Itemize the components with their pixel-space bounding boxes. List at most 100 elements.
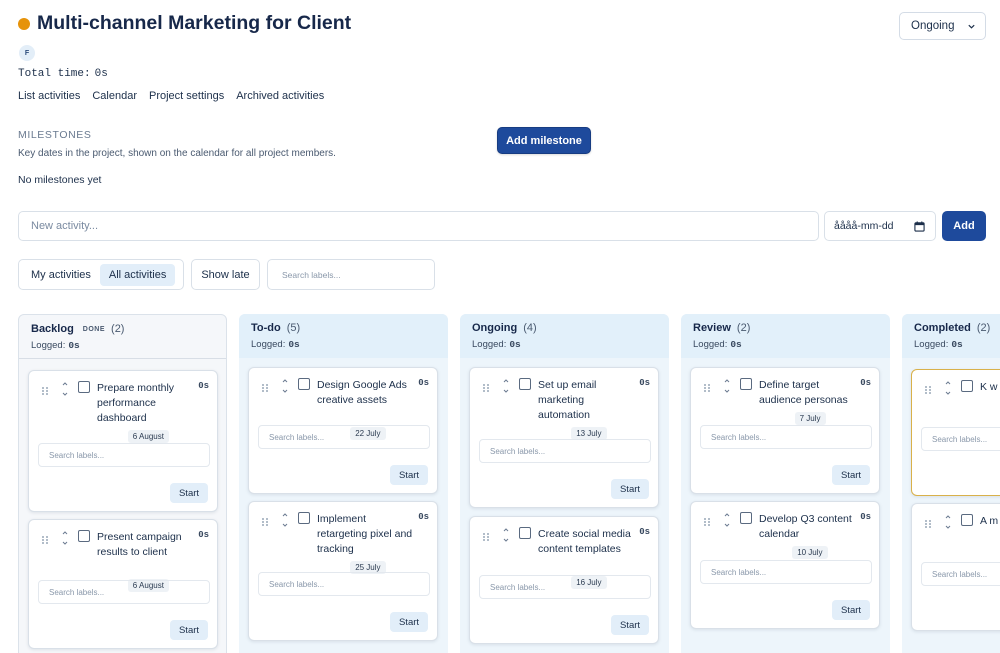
activity-title[interactable]: Prepare monthly performance dashboard	[97, 381, 197, 426]
card-label-search[interactable]: Search labels...	[479, 575, 651, 599]
column-header: Completed (2) Logged: 0s	[902, 314, 1000, 358]
nav-project-settings[interactable]: Project settings	[149, 90, 224, 102]
activity-checkbox[interactable]	[961, 514, 973, 526]
activity-card[interactable]: Set up email marketing automation 0s 13 Ju…	[469, 367, 659, 508]
calendar-icon[interactable]	[914, 221, 925, 232]
status-select-value: Ongoing	[911, 20, 955, 32]
activity-checkbox[interactable]	[78, 530, 90, 542]
card-label-search[interactable]: Search labels...	[921, 427, 1000, 451]
column-count: (2)	[736, 322, 751, 334]
activity-card[interactable]: Present campaign results to client 0s 6 Au…	[28, 519, 218, 649]
nav-archived-activities[interactable]: Archived activities	[236, 90, 324, 102]
activity-checkbox[interactable]	[519, 378, 531, 390]
show-late-button[interactable]: Show late	[191, 259, 260, 290]
start-timer-button[interactable]: Start	[832, 600, 870, 620]
drag-handle-icon[interactable]	[924, 382, 933, 394]
column-count: (5)	[286, 322, 301, 334]
card-label-search[interactable]: Search labels...	[258, 425, 430, 449]
card-label-search[interactable]: Search labels...	[258, 572, 430, 596]
activity-card[interactable]: Develop Q3 content calendar 0s 10 July Sear…	[690, 501, 880, 629]
activity-title[interactable]: K w	[980, 380, 1000, 395]
drag-handle-icon[interactable]	[924, 516, 933, 528]
total-time: Total time: 0s	[18, 68, 108, 80]
reorder-arrows-icon[interactable]	[945, 514, 951, 530]
activity-title[interactable]: Develop Q3 content calendar	[759, 512, 859, 542]
activity-title[interactable]: A m	[980, 514, 1000, 529]
filter-all-activities[interactable]: All activities	[99, 263, 176, 286]
activity-card[interactable]: Define target audience personas 0s 7 July S…	[690, 367, 880, 494]
card-label-search[interactable]: Search labels...	[700, 425, 872, 449]
reorder-arrows-icon[interactable]	[945, 380, 951, 396]
add-milestone-button[interactable]: Add milestone	[497, 127, 591, 154]
reorder-arrows-icon[interactable]	[62, 530, 68, 546]
milestones-description: Key dates in the project, shown on the c…	[18, 148, 336, 159]
card-label-search[interactable]: Search labels...	[479, 439, 651, 463]
activity-card[interactable]: K wSearch labels...Start	[911, 369, 1000, 496]
start-timer-button[interactable]: Start	[611, 615, 649, 635]
activity-card[interactable]: Create social media content templates 0s 1…	[469, 516, 659, 644]
column-name: To-do	[251, 322, 281, 334]
activity-checkbox[interactable]	[298, 378, 310, 390]
activity-title[interactable]: Create social media content templates	[538, 527, 638, 557]
avatar[interactable]: F	[19, 45, 35, 61]
drag-handle-icon[interactable]	[261, 514, 270, 526]
column-header: Ongoing (4) Logged: 0s	[460, 314, 669, 358]
add-activity-button[interactable]: Add	[942, 211, 986, 241]
activity-card[interactable]: Design Google Ads creative assets 0s 22 Ju…	[248, 367, 438, 494]
drag-handle-icon[interactable]	[703, 380, 712, 392]
reorder-arrows-icon[interactable]	[282, 378, 288, 394]
start-timer-button[interactable]: Start	[170, 483, 208, 503]
column-logged: Logged: 0s	[31, 340, 214, 351]
column-title-row: Completed (2)	[914, 322, 1000, 334]
activity-filter-toggle: My activities All activities	[18, 259, 184, 290]
drag-handle-icon[interactable]	[482, 529, 491, 541]
nav-calendar[interactable]: Calendar	[92, 90, 137, 102]
activity-date-badge: 10 July	[792, 546, 828, 559]
drag-handle-icon[interactable]	[482, 380, 491, 392]
start-timer-button[interactable]: Start	[390, 465, 428, 485]
activity-card[interactable]: Prepare monthly performance dashboard 0s 6…	[28, 370, 218, 512]
activity-title[interactable]: Set up email marketing automation	[538, 378, 638, 423]
date-input[interactable]: åååå-mm-dd	[824, 211, 936, 241]
card-label-search[interactable]: Search labels...	[700, 560, 872, 584]
status-select[interactable]: Ongoing	[899, 12, 986, 40]
reorder-arrows-icon[interactable]	[724, 512, 730, 528]
chevron-down-icon	[968, 24, 975, 29]
drag-handle-icon[interactable]	[41, 383, 50, 395]
activity-title[interactable]: Design Google Ads creative assets	[317, 378, 417, 408]
filter-my-activities[interactable]: My activities	[22, 264, 100, 286]
card-label-search[interactable]: Search labels...	[38, 443, 210, 467]
activity-card[interactable]: A mSearch labels...Start	[911, 503, 1000, 631]
activity-checkbox[interactable]	[961, 380, 973, 392]
start-timer-button[interactable]: Start	[611, 479, 649, 499]
card-label-search[interactable]: Search labels...	[38, 580, 210, 604]
start-timer-button[interactable]: Start	[390, 612, 428, 632]
activity-title[interactable]: Present campaign results to client	[97, 530, 197, 560]
nav-list-activities[interactable]: List activities	[18, 90, 80, 102]
activity-time: 0s	[198, 381, 209, 391]
activity-title[interactable]: Implement retargeting pixel and tracking	[317, 512, 417, 557]
card-label-search[interactable]: Search labels...	[921, 562, 1000, 586]
drag-handle-icon[interactable]	[261, 380, 270, 392]
start-timer-button[interactable]: Start	[170, 620, 208, 640]
activity-card[interactable]: Implement retargeting pixel and tracking…	[248, 501, 438, 641]
activity-checkbox[interactable]	[740, 378, 752, 390]
activity-checkbox[interactable]	[298, 512, 310, 524]
reorder-arrows-icon[interactable]	[724, 378, 730, 394]
reorder-arrows-icon[interactable]	[503, 378, 509, 394]
reorder-arrows-icon[interactable]	[62, 381, 68, 397]
label-search-input[interactable]: Search labels...	[267, 259, 435, 290]
start-timer-button[interactable]: Start	[832, 465, 870, 485]
reorder-arrows-icon[interactable]	[503, 527, 509, 543]
drag-handle-icon[interactable]	[703, 514, 712, 526]
drag-handle-icon[interactable]	[41, 532, 50, 544]
column-title-row: Ongoing (4)	[472, 322, 657, 334]
activity-checkbox[interactable]	[78, 381, 90, 393]
column-title-row: To-do (5)	[251, 322, 436, 334]
activity-title[interactable]: Define target audience personas	[759, 378, 859, 408]
new-activity-input[interactable]: New activity...	[18, 211, 819, 241]
logged-label: Logged:	[472, 339, 507, 350]
activity-checkbox[interactable]	[519, 527, 531, 539]
activity-checkbox[interactable]	[740, 512, 752, 524]
reorder-arrows-icon[interactable]	[282, 512, 288, 528]
